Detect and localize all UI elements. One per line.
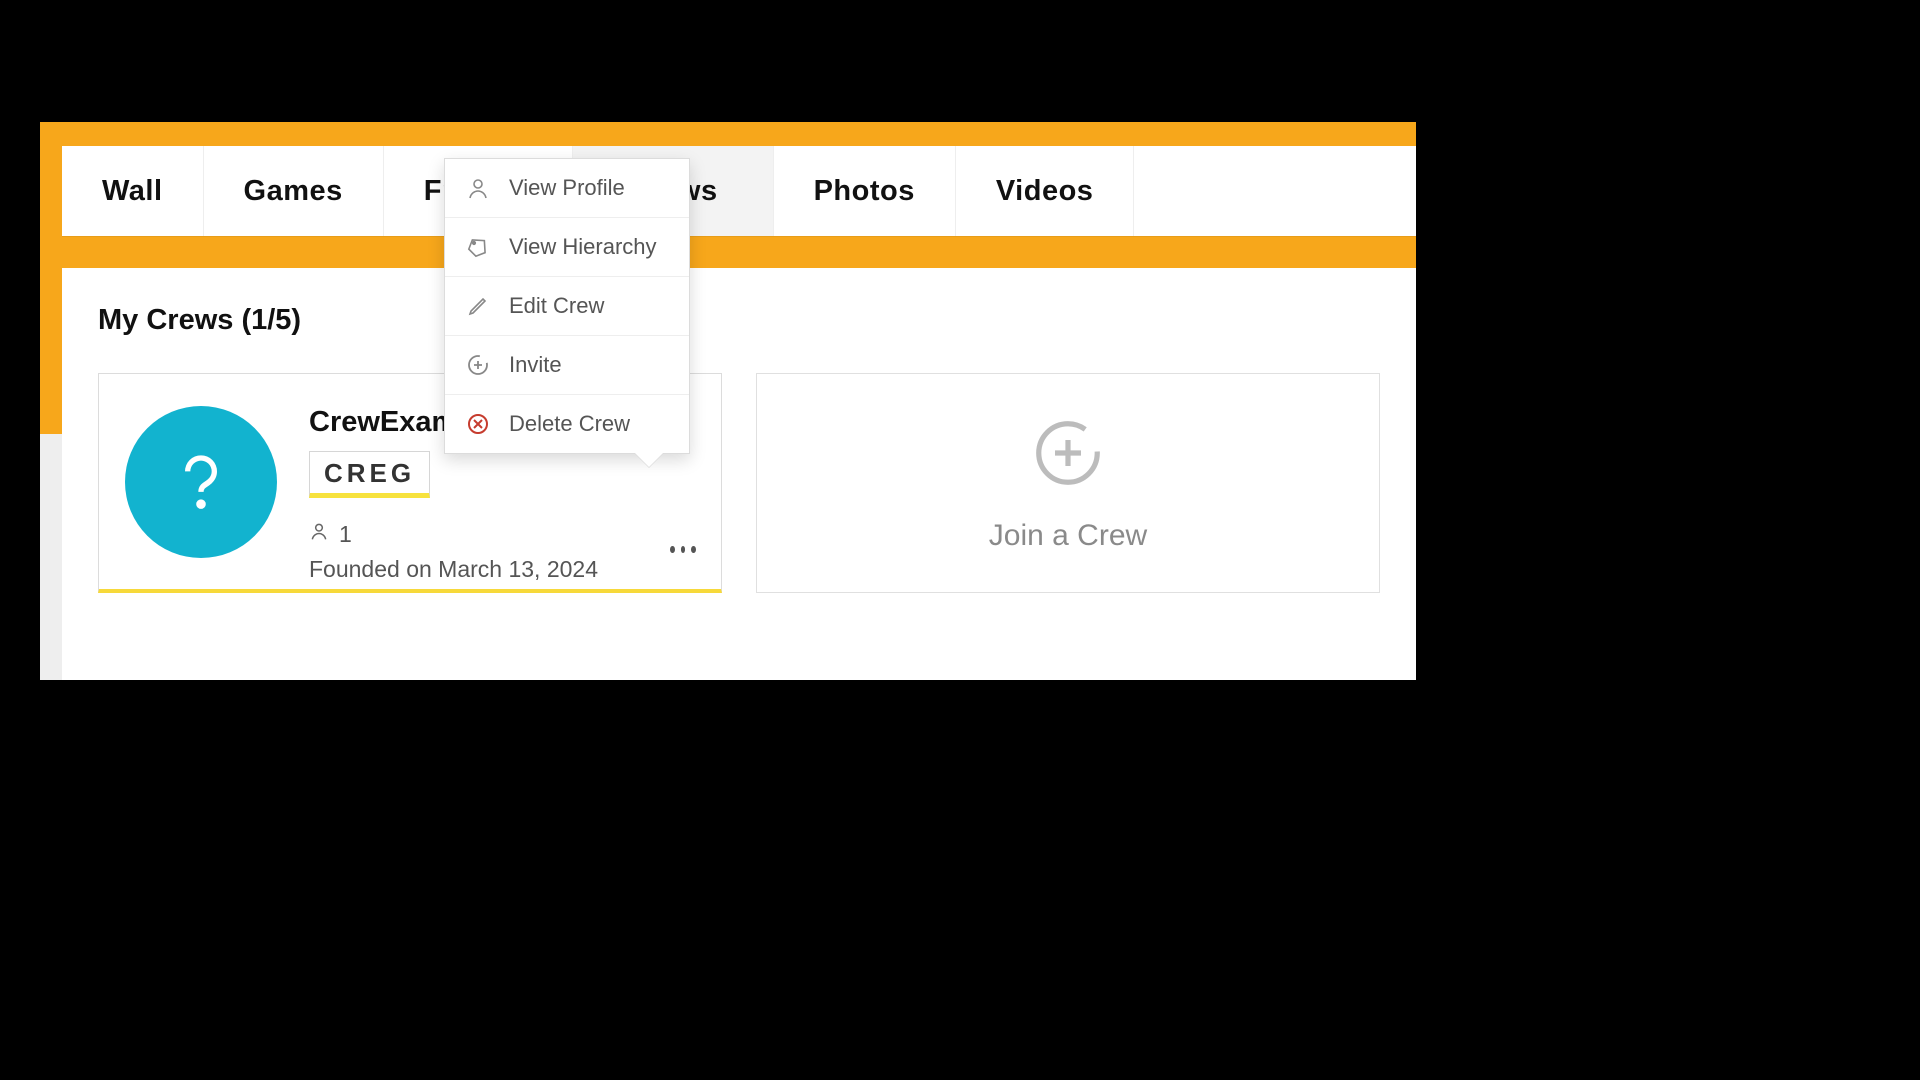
join-crew-card[interactable]: Join a Crew	[756, 373, 1380, 593]
menu-item-label: View Profile	[509, 175, 625, 201]
plus-circle-icon	[1029, 414, 1107, 497]
tab-videos[interactable]: Videos	[956, 146, 1135, 236]
menu-item-label: Delete Crew	[509, 411, 630, 437]
tab-wall[interactable]: Wall	[62, 146, 204, 236]
crew-cards-row: CrewExamp CREG 1 Founded on March 13, 20…	[98, 373, 1380, 593]
menu-item-label: Edit Crew	[509, 293, 604, 319]
crew-founded-date: Founded on March 13, 2024	[309, 556, 598, 583]
user-icon	[465, 175, 491, 201]
member-count-value: 1	[339, 521, 352, 548]
tab-photos[interactable]: Photos	[774, 146, 956, 236]
join-crew-label: Join a Crew	[989, 519, 1147, 553]
tab-games[interactable]: Games	[204, 146, 384, 236]
tab-bar: Wall Games Friends Crews Photos Videos	[62, 146, 1416, 236]
menu-item-label: Invite	[509, 352, 562, 378]
app-viewport: Wall Games Friends Crews Photos Videos V…	[40, 122, 1416, 680]
crew-avatar	[125, 406, 277, 558]
tag-icon	[465, 234, 491, 260]
menu-delete-crew[interactable]: Delete Crew	[445, 395, 689, 453]
plus-circle-icon	[465, 352, 491, 378]
content-panel: My Crews (1/5) CrewExamp CREG	[62, 268, 1416, 680]
crew-actions-menu: View Profile View Hierarchy Edit Crew	[444, 158, 690, 454]
menu-item-label: View Hierarchy	[509, 234, 657, 260]
menu-view-hierarchy[interactable]: View Hierarchy	[445, 218, 689, 277]
delete-x-icon	[465, 411, 491, 437]
section-title: My Crews (1/5)	[98, 304, 1380, 337]
menu-invite[interactable]: Invite	[445, 336, 689, 395]
menu-edit-crew[interactable]: Edit Crew	[445, 277, 689, 336]
crew-more-button[interactable]	[667, 533, 699, 565]
pencil-icon	[465, 293, 491, 319]
crew-member-count: 1	[309, 520, 598, 548]
menu-view-profile[interactable]: View Profile	[445, 159, 689, 218]
person-icon	[309, 520, 329, 548]
crew-tag-badge: CREG	[309, 451, 430, 498]
